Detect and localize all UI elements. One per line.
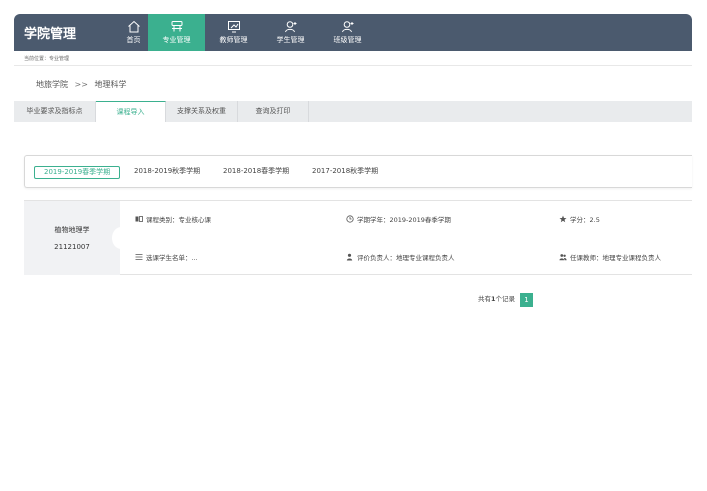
home-icon bbox=[127, 20, 140, 33]
nav-label-student: 学生管理 bbox=[276, 36, 305, 44]
course-credit-text: 学分：2.5 bbox=[570, 216, 600, 224]
breadcrumb: 地旅学院 >> 地理科学 bbox=[36, 79, 127, 90]
nav-label-teacher: 教师管理 bbox=[219, 36, 248, 44]
term-2019-spring[interactable]: 2019-2019春季学期 bbox=[34, 166, 121, 179]
tab-query-print[interactable]: 查询及打印 bbox=[238, 101, 309, 122]
student-icon bbox=[284, 21, 296, 33]
tab-course-import[interactable]: 课程导入 bbox=[96, 101, 166, 122]
person-icon bbox=[346, 253, 353, 261]
course-teacher: 任课教师：地理专业课程负责人 bbox=[559, 252, 661, 262]
divider bbox=[14, 65, 692, 66]
card-notch bbox=[112, 227, 130, 249]
course-students[interactable]: 选课学生名单：... bbox=[135, 252, 198, 262]
major-icon bbox=[171, 21, 182, 32]
list-icon bbox=[135, 254, 143, 260]
course-evaluator: 评价负责人：地理专业课程负责人 bbox=[346, 252, 455, 262]
nav-label-class: 班级管理 bbox=[333, 36, 362, 44]
teacher-icon bbox=[227, 21, 240, 33]
course-summary: 植物地理学 21121007 bbox=[24, 201, 120, 275]
clock-icon bbox=[346, 215, 354, 223]
course-students-text: 选课学生名单：... bbox=[146, 254, 198, 262]
term-selector: 2019-2019春季学期 2018-2019秋季学期 2018-2018春季学… bbox=[24, 155, 692, 188]
breadcrumb-major: 地理科学 bbox=[94, 80, 127, 89]
nav-item-class[interactable]: 班级管理 bbox=[319, 14, 376, 51]
nav-item-student[interactable]: 学生管理 bbox=[262, 14, 319, 51]
course-category-text: 课程类别：专业核心课 bbox=[146, 216, 211, 224]
nav-item-major[interactable]: 专业管理 bbox=[148, 14, 205, 51]
record-count-prefix: 共有 bbox=[478, 295, 491, 303]
course-name: 植物地理学 bbox=[54, 226, 90, 234]
nav-label-major: 专业管理 bbox=[162, 36, 191, 44]
star-icon bbox=[559, 215, 567, 223]
term-2018-2019-autumn[interactable]: 2018-2019秋季学期 bbox=[125, 166, 209, 179]
record-count: 共有1个记录 bbox=[478, 293, 515, 303]
course-evaluator-text: 评价负责人：地理专业课程负责人 bbox=[357, 254, 455, 262]
course-term: 学期学年：2019-2019春季学期 bbox=[346, 214, 451, 224]
top-nav-bar: 学院管理 首页 专业管理 教师管理 学生管理 班级管理 bbox=[14, 14, 692, 51]
tab-support-weights[interactable]: 支撑关系及权重 bbox=[166, 101, 238, 122]
term-2017-2018-autumn[interactable]: 2017-2018秋季学期 bbox=[303, 166, 387, 179]
users-icon bbox=[559, 254, 567, 261]
category-icon bbox=[135, 216, 143, 222]
breadcrumb-separator: >> bbox=[74, 80, 88, 89]
course-teacher-text: 任课教师：地理专业课程负责人 bbox=[570, 254, 661, 262]
current-location: 当前位置：专业管理 bbox=[24, 56, 70, 62]
course-code: 21121007 bbox=[54, 243, 90, 251]
term-2018-spring[interactable]: 2018-2018春季学期 bbox=[214, 166, 298, 179]
tab-graduation-requirements[interactable]: 毕业要求及指标点 bbox=[14, 101, 96, 122]
course-term-text: 学期学年：2019-2019春季学期 bbox=[357, 216, 451, 224]
nav-item-teacher[interactable]: 教师管理 bbox=[205, 14, 262, 51]
page-button-current[interactable]: 1 bbox=[520, 293, 533, 307]
course-category: 课程类别：专业核心课 bbox=[135, 214, 211, 224]
tab-bar: 毕业要求及指标点 课程导入 支撑关系及权重 查询及打印 bbox=[14, 101, 692, 122]
record-count-suffix: 个记录 bbox=[495, 295, 516, 303]
course-card[interactable]: 植物地理学 21121007 课程类别：专业核心课 学期学年：2019-2019… bbox=[24, 200, 692, 275]
breadcrumb-college[interactable]: 地旅学院 bbox=[36, 80, 68, 89]
class-icon bbox=[341, 21, 353, 33]
app-title: 学院管理 bbox=[24, 27, 77, 42]
course-credit: 学分：2.5 bbox=[559, 214, 600, 224]
